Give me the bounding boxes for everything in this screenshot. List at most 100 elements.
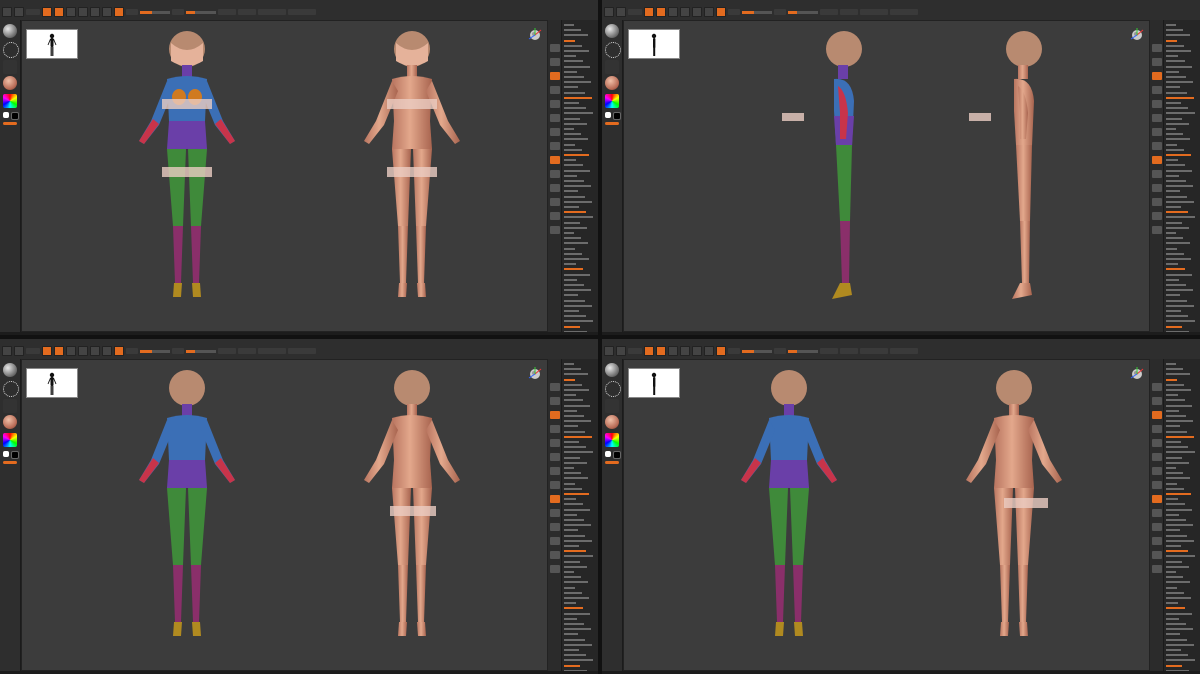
sphere-brush-icon[interactable]	[605, 24, 619, 38]
color-picker-icon[interactable]	[3, 94, 17, 108]
palette-entry[interactable]	[1166, 325, 1182, 328]
palette-entry[interactable]	[564, 284, 584, 286]
z-intensity-slider[interactable]	[186, 10, 216, 14]
palette-entry[interactable]	[564, 461, 587, 464]
palette-entry[interactable]	[564, 325, 580, 328]
palette-entry[interactable]	[1166, 34, 1190, 37]
move-button[interactable]	[668, 7, 678, 17]
palette-entry[interactable]	[1166, 363, 1176, 365]
palette-entry[interactable]	[564, 70, 577, 73]
stroke-dots-icon[interactable]	[3, 381, 19, 397]
palette-entry[interactable]	[1166, 65, 1192, 68]
shelf-button[interactable]	[550, 142, 560, 150]
palette-entry[interactable]	[1166, 60, 1185, 63]
palette-entry[interactable]	[564, 472, 581, 475]
palette-entry[interactable]	[564, 493, 589, 495]
material-icon[interactable]	[3, 415, 17, 429]
palette-entry[interactable]	[564, 576, 581, 579]
palette-entry[interactable]	[564, 148, 582, 151]
palette-entry[interactable]	[564, 263, 576, 266]
palette-entry[interactable]	[1166, 441, 1181, 443]
palette-entry[interactable]	[564, 320, 593, 323]
palette-entry[interactable]	[564, 456, 580, 459]
palette-entry[interactable]	[1166, 310, 1181, 312]
palette-entry[interactable]	[1166, 591, 1184, 594]
shelf-button[interactable]	[550, 212, 560, 220]
shelf-button[interactable]	[550, 425, 560, 433]
palette-entry[interactable]	[564, 420, 591, 423]
palette-entry[interactable]	[1166, 373, 1190, 376]
palette-entry[interactable]	[1166, 226, 1189, 229]
palette-entry[interactable]	[564, 529, 578, 532]
palette-entry[interactable]	[1166, 148, 1184, 151]
secondary-color-swatch[interactable]	[11, 451, 19, 459]
edit-button[interactable]	[42, 7, 52, 17]
color-picker-icon[interactable]	[3, 433, 17, 447]
palette-entry[interactable]	[1166, 190, 1180, 193]
palette-entry[interactable]	[564, 24, 574, 26]
palette-entry[interactable]	[564, 534, 585, 537]
shelf-button[interactable]	[1152, 114, 1162, 122]
palette-entry[interactable]	[1166, 133, 1183, 136]
palette-entry[interactable]	[564, 571, 574, 573]
palette-entry[interactable]	[1166, 195, 1187, 198]
polygroup-model[interactable]	[774, 21, 914, 322]
palette-entry[interactable]	[564, 389, 589, 391]
palette-entry[interactable]	[1166, 576, 1183, 579]
palette-entry[interactable]	[564, 373, 588, 376]
palette-entry[interactable]	[1166, 180, 1186, 182]
camera-gizmo-icon[interactable]	[527, 366, 543, 382]
palette-entry[interactable]	[1166, 81, 1193, 84]
palette-entry[interactable]	[1166, 185, 1193, 188]
alpha-icon[interactable]	[3, 399, 17, 413]
primary-color-swatch[interactable]	[605, 451, 611, 457]
palette-entry[interactable]	[1166, 315, 1188, 318]
shelf-button[interactable]	[1152, 226, 1162, 234]
palette-entry[interactable]	[564, 550, 586, 553]
palette-entry[interactable]	[564, 591, 582, 594]
palette-entry[interactable]	[1166, 430, 1187, 433]
shelf-button[interactable]	[1152, 198, 1162, 206]
palette-entry[interactable]	[564, 117, 580, 120]
palette-entry[interactable]	[564, 29, 581, 32]
projection-button[interactable]	[604, 346, 614, 356]
palette-entry[interactable]	[564, 383, 582, 386]
primary-color-swatch[interactable]	[3, 451, 9, 457]
palette-entry[interactable]	[564, 503, 583, 506]
shelf-button[interactable]	[1152, 128, 1162, 136]
z-intensity-slider[interactable]	[788, 10, 818, 14]
palette-entry[interactable]	[564, 122, 587, 125]
palette-entry[interactable]	[1166, 503, 1185, 506]
palette-entry[interactable]	[564, 211, 586, 214]
palette-entry[interactable]	[564, 96, 592, 99]
palette-entry[interactable]	[564, 435, 592, 438]
palette-entry[interactable]	[1166, 654, 1188, 657]
palette-entry[interactable]	[1166, 44, 1184, 47]
shelf-button[interactable]	[1152, 523, 1162, 531]
palette-entry[interactable]	[564, 268, 583, 271]
rgb-field[interactable]	[126, 9, 138, 15]
shelf-button[interactable]	[550, 537, 560, 545]
palette-entry[interactable]	[1166, 289, 1193, 292]
gizmo-button[interactable]	[102, 7, 112, 17]
palette-entry[interactable]	[564, 664, 580, 667]
scale-button[interactable]	[680, 346, 690, 356]
palette-entry[interactable]	[1166, 221, 1182, 224]
palette-entry[interactable]	[1166, 602, 1178, 605]
palette-entry[interactable]	[564, 310, 579, 312]
lightbox-button[interactable]	[14, 346, 24, 356]
switch-color-button[interactable]	[605, 461, 619, 464]
palette-entry[interactable]	[564, 565, 587, 568]
palette-entry[interactable]	[1166, 55, 1178, 58]
move-button[interactable]	[668, 346, 678, 356]
palette-entry[interactable]	[1166, 477, 1190, 480]
palette-entry[interactable]	[564, 278, 577, 281]
shelf-button[interactable]	[1152, 100, 1162, 108]
camera-gizmo-icon[interactable]	[527, 27, 543, 43]
palette-entry[interactable]	[1166, 154, 1191, 156]
shelf-button[interactable]	[550, 383, 560, 391]
shelf-button[interactable]	[550, 467, 560, 475]
palette-entry[interactable]	[1166, 628, 1193, 631]
rotate-button[interactable]	[90, 7, 100, 17]
palette-entry[interactable]	[1166, 534, 1187, 537]
